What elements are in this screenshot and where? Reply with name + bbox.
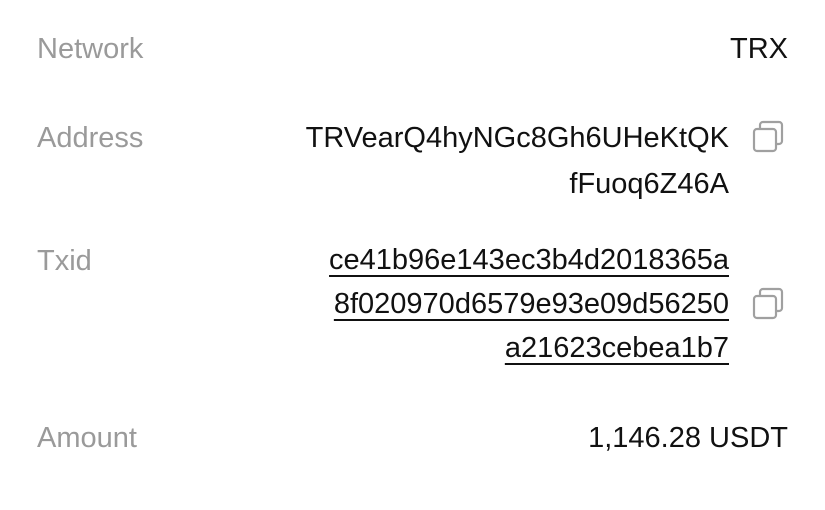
- txid-link-1[interactable]: ce41b96e143ec3b4d2018365a: [329, 244, 729, 276]
- txid-link-3[interactable]: a21623cebea1b7: [505, 332, 729, 364]
- address-line-2: fFuoq6Z46A: [569, 168, 729, 200]
- txid-line-2: 8f020970d6579e93e09d56250: [329, 282, 729, 326]
- address-line-1: TRVearQ4hyNGc8Gh6UHeKtQK: [305, 122, 729, 154]
- txid-line-3: a21623cebea1b7: [329, 326, 729, 370]
- amount-label: Amount: [37, 422, 137, 454]
- copy-icon: [752, 120, 784, 153]
- copy-address-button[interactable]: [751, 120, 785, 154]
- txid-line-1: ce41b96e143ec3b4d2018365a: [329, 238, 729, 282]
- txid-link-2[interactable]: 8f020970d6579e93e09d56250: [334, 288, 729, 320]
- network-value: TRX: [730, 33, 788, 65]
- txid-label: Txid: [37, 245, 92, 277]
- copy-icon: [752, 287, 784, 320]
- txid-value: ce41b96e143ec3b4d2018365a 8f020970d6579e…: [329, 238, 729, 370]
- copy-txid-button[interactable]: [751, 287, 785, 321]
- amount-value: 1,146.28 USDT: [588, 422, 788, 454]
- address-label: Address: [37, 122, 144, 154]
- address-value: TRVearQ4hyNGc8Gh6UHeKtQK fFuoq6Z46A: [306, 115, 729, 207]
- network-label: Network: [37, 33, 144, 65]
